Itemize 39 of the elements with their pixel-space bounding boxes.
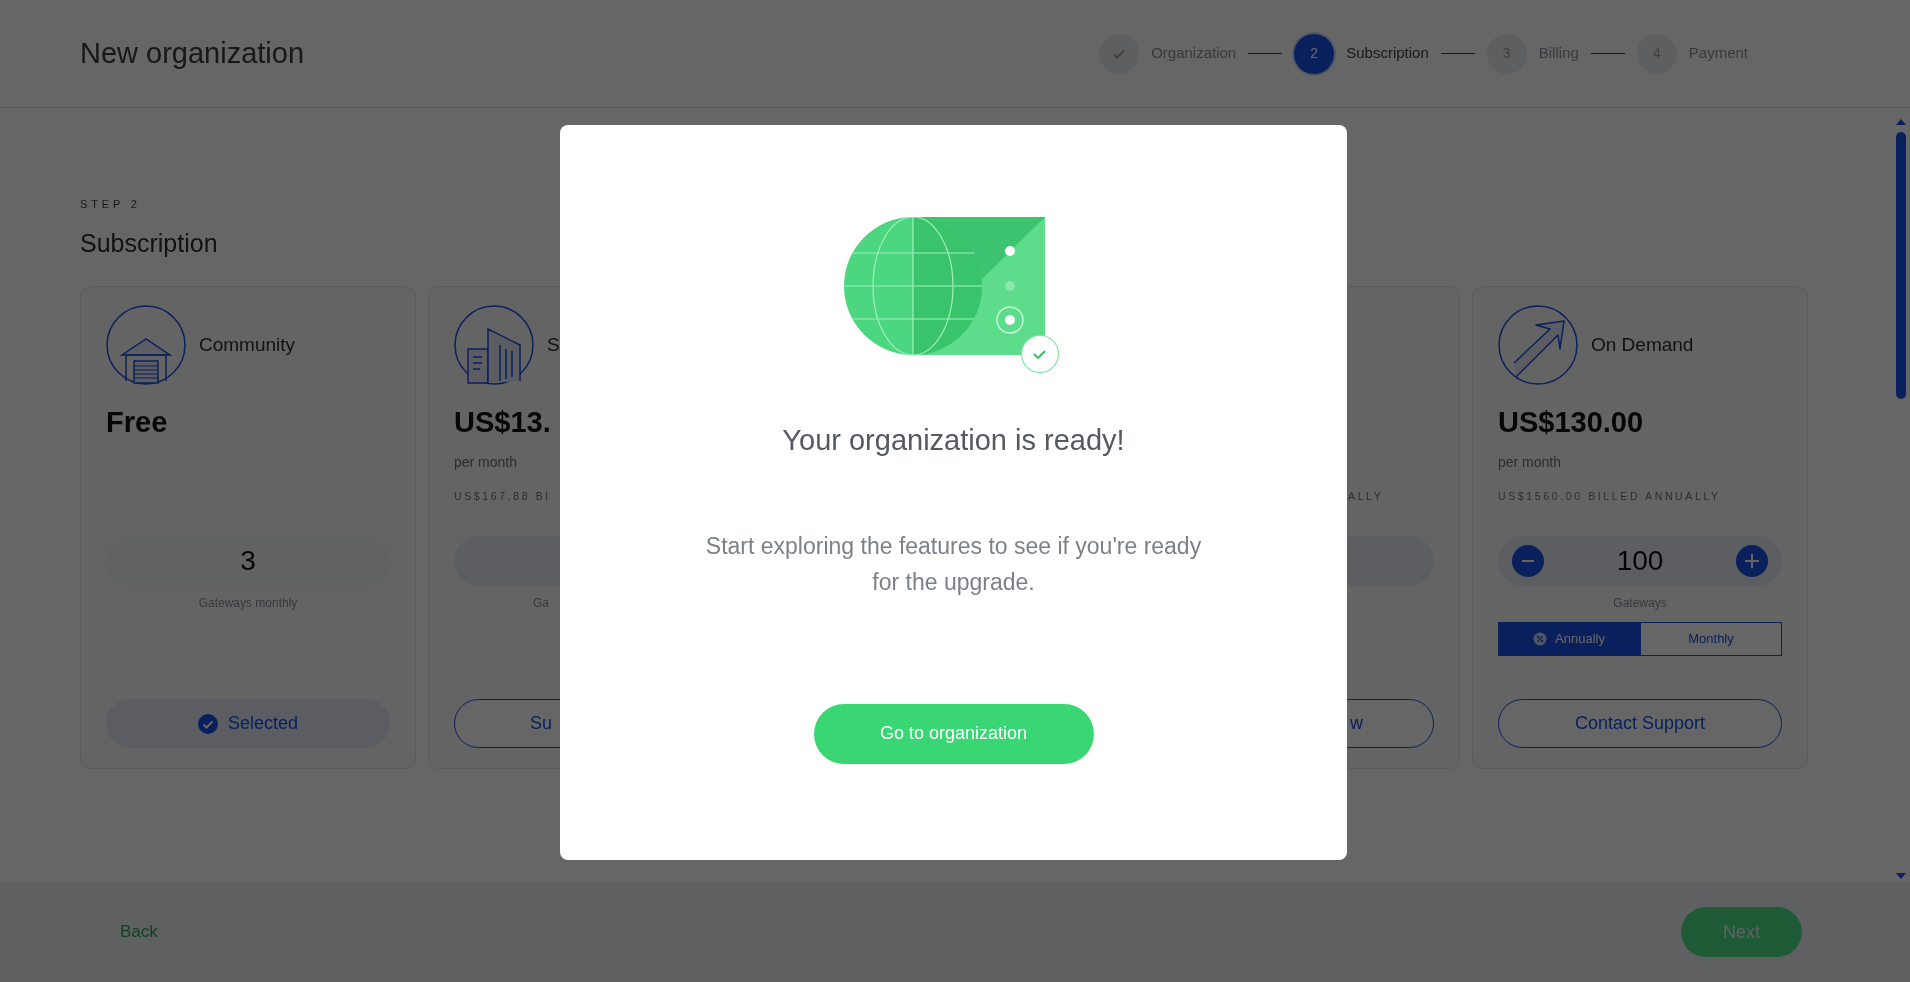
dialog-title: Your organization is ready! (782, 423, 1125, 458)
check-circle-icon (197, 713, 218, 734)
scroll-up-icon[interactable] (1895, 118, 1907, 126)
plan-price: US$130.00 (1498, 405, 1644, 441)
price-period: per month (1498, 452, 1562, 472)
page-title: New organization (80, 35, 305, 71)
go-to-organization-button[interactable]: Go to organization (813, 703, 1094, 764)
price-period: per month (454, 452, 518, 472)
plan-price: Free (106, 405, 168, 441)
dialog-message: Start exploring the features to see if you're ready for the upgrade. (704, 531, 1203, 597)
quantity-value: 100 (1616, 544, 1664, 578)
step-label[interactable]: Subscription (1346, 42, 1429, 65)
plan-name: S (547, 332, 560, 357)
billed-annually-text: US$167.88 BI (454, 489, 551, 505)
plus-button[interactable] (1736, 545, 1768, 577)
plan-name: Community (199, 332, 296, 357)
buildings-icon (454, 305, 534, 385)
garage-icon (106, 305, 186, 385)
scrollbar-thumb[interactable] (1896, 132, 1906, 399)
step-number[interactable]: 2 (1294, 33, 1335, 74)
minus-button[interactable] (1512, 545, 1544, 577)
plan-name: On Demand (1591, 332, 1694, 357)
gateway-quantity-field[interactable]: 100 (1498, 536, 1782, 586)
quantity-value: 3 (240, 544, 256, 578)
billed-annually-text: US$1560.00 BILLED ANNUALLY (1498, 489, 1721, 505)
back-link[interactable]: Back (120, 919, 158, 945)
billing-period-tab[interactable]: Monthly (1640, 622, 1782, 656)
plan-action-button[interactable]: Contact Support (1498, 699, 1782, 748)
billing-period-tab[interactable]: Annually (1498, 622, 1640, 656)
next-button[interactable]: Next (1681, 907, 1802, 957)
section-title: Subscription (80, 227, 219, 259)
discount-icon (1533, 632, 1548, 646)
plan-price: US$13. (454, 405, 551, 441)
billed-annually-text: ALLY (1348, 489, 1384, 505)
selected-button[interactable]: Selected (106, 699, 390, 748)
scroll-down-icon[interactable] (1895, 872, 1907, 880)
minus-icon (1522, 560, 1534, 562)
plus-icon (1745, 554, 1759, 568)
step-eyebrow: STEP 2 (80, 197, 142, 212)
